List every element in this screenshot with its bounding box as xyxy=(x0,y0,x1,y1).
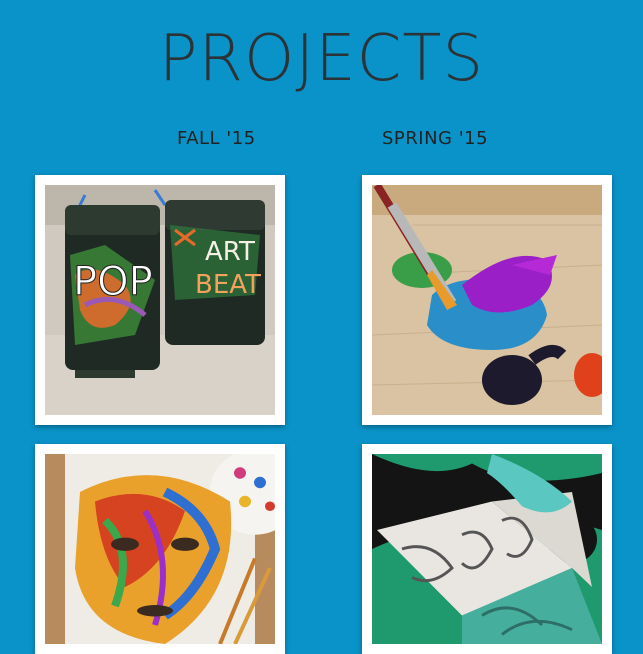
page-title: PROJECTS xyxy=(158,22,485,96)
project-card-printmaking[interactable] xyxy=(362,444,612,654)
graffiti-bins-photo: POP ART BEAT xyxy=(45,185,275,415)
project-card-graffiti[interactable]: POP ART BEAT xyxy=(35,175,285,425)
project-card-mask[interactable] xyxy=(35,444,285,654)
column-label-spring-15: SPRING '15 xyxy=(382,128,489,149)
svg-text:BEAT: BEAT xyxy=(195,270,261,300)
paintbrush-photo xyxy=(372,185,602,415)
painted-mask-photo xyxy=(45,454,275,644)
svg-text:ART: ART xyxy=(205,237,255,267)
printmaking-photo xyxy=(372,454,602,644)
column-label-fall-15: FALL '15 xyxy=(177,128,256,149)
project-card-paintbrush[interactable] xyxy=(362,175,612,425)
